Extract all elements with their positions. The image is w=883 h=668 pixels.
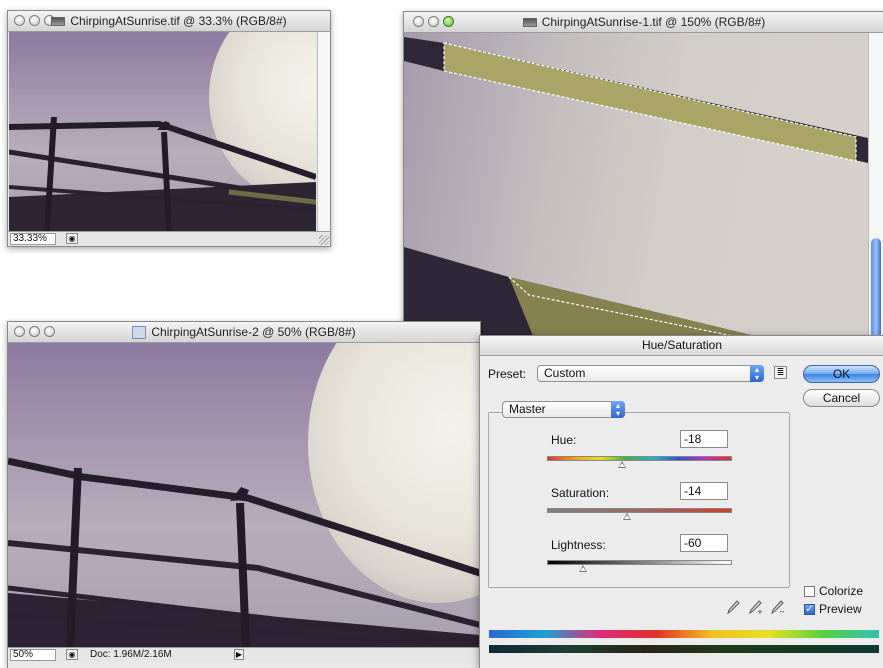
scroll-thumb[interactable] xyxy=(871,238,881,338)
zoom-level-field[interactable]: 50% xyxy=(10,649,56,661)
lightness-slider-track[interactable] xyxy=(547,560,732,565)
ok-button[interactable]: OK xyxy=(803,365,880,383)
hue-slider-track[interactable] xyxy=(547,456,732,461)
lightness-value-field[interactable]: -60 xyxy=(680,534,728,552)
cancel-button[interactable]: Cancel xyxy=(803,389,880,407)
resize-grip[interactable] xyxy=(319,235,329,245)
preset-value: Custom xyxy=(544,366,586,380)
document-icon xyxy=(132,326,147,340)
document-icon xyxy=(51,17,66,27)
zoomed-image-window: ChirpingAtSunrise-1.tif @ 150% (RGB/8#) xyxy=(403,11,883,343)
svg-text:+: + xyxy=(757,608,763,615)
eyedropper-icon[interactable] xyxy=(726,599,740,615)
status-info-icon[interactable]: ◉ xyxy=(66,649,78,660)
dialog-title: Hue/Saturation xyxy=(480,336,883,356)
eyedropper-plus-icon[interactable]: + xyxy=(748,599,764,615)
saturation-value-field[interactable]: -14 xyxy=(680,482,728,500)
status-bar: 33.33% ◉ xyxy=(8,231,330,246)
output-spectrum-bar xyxy=(489,645,879,653)
preview-label: Preview xyxy=(819,602,862,616)
chevron-updown-icon: ▴ ▾ xyxy=(750,365,764,382)
window-title: ChirpingAtSunrise-2 @ 50% (RGB/8#) xyxy=(151,325,356,339)
image-canvas[interactable] xyxy=(8,343,480,647)
colorize-label: Colorize xyxy=(819,584,864,598)
edit-channel-select[interactable]: Master ▴ ▾ xyxy=(502,401,625,418)
colorize-checkbox[interactable] xyxy=(804,586,815,597)
image-canvas[interactable] xyxy=(404,33,868,342)
image-canvas[interactable] xyxy=(9,32,316,231)
document-size: Doc: 1.96M/2.16M xyxy=(90,649,172,660)
preview-checkbox[interactable]: ✓ xyxy=(804,604,815,615)
saturation-slider-knob[interactable] xyxy=(623,513,631,520)
window-title: ChirpingAtSunrise-1.tif @ 150% (RGB/8#) xyxy=(541,15,766,29)
window-titlebar[interactable]: ChirpingAtSunrise.tif @ 33.3% (RGB/8#) xyxy=(8,11,330,32)
hue-label: Hue: xyxy=(551,433,577,447)
hue-value-field[interactable]: -18 xyxy=(680,430,728,448)
window-titlebar[interactable]: ChirpingAtSunrise-2 @ 50% (RGB/8#) xyxy=(8,322,480,343)
document-icon xyxy=(522,18,537,28)
window-titlebar[interactable]: ChirpingAtSunrise-1.tif @ 150% (RGB/8#) xyxy=(404,12,883,33)
railing-photo xyxy=(8,457,480,647)
window-title: ChirpingAtSunrise.tif @ 33.3% (RGB/8#) xyxy=(70,14,287,28)
status-info-icon[interactable]: ◉ xyxy=(66,233,78,244)
vertical-scrollbar[interactable] xyxy=(317,32,330,231)
small-image-window: ChirpingAtSunrise.tif @ 33.3% (RGB/8#) 3… xyxy=(7,10,331,247)
preset-label: Preset: xyxy=(488,367,527,381)
status-bar: 50% ◉ Doc: 1.96M/2.16M ▶ xyxy=(8,647,480,662)
railing-photo xyxy=(9,116,316,231)
edit-channel-value: Master xyxy=(509,402,546,416)
large-image-window: ChirpingAtSunrise-2 @ 50% (RGB/8#) 50% ◉… xyxy=(7,321,481,668)
hue-slider-knob[interactable] xyxy=(618,461,626,468)
status-menu-arrow[interactable]: ▶ xyxy=(234,649,244,660)
input-spectrum-bar xyxy=(489,630,879,638)
svg-text:−: − xyxy=(779,608,785,615)
lightness-label: Lightness: xyxy=(551,538,606,552)
chevron-updown-icon: ▴ ▾ xyxy=(611,401,625,418)
saturation-label: Saturation: xyxy=(551,486,610,500)
zoom-level-field[interactable]: 33.33% xyxy=(10,233,56,245)
vertical-scrollbar[interactable] xyxy=(868,33,883,342)
lightness-slider-knob[interactable] xyxy=(579,565,587,572)
eyedropper-minus-icon[interactable]: − xyxy=(770,599,786,615)
preset-select[interactable]: Custom ▴ ▾ xyxy=(537,365,764,382)
preset-options-icon[interactable]: ≣ xyxy=(774,366,787,379)
selection-overlay xyxy=(404,37,868,342)
saturation-slider-track[interactable] xyxy=(547,508,732,513)
hue-saturation-dialog: Hue/Saturation Preset: Custom ▴ ▾ ≣ OK Ca… xyxy=(479,335,883,668)
